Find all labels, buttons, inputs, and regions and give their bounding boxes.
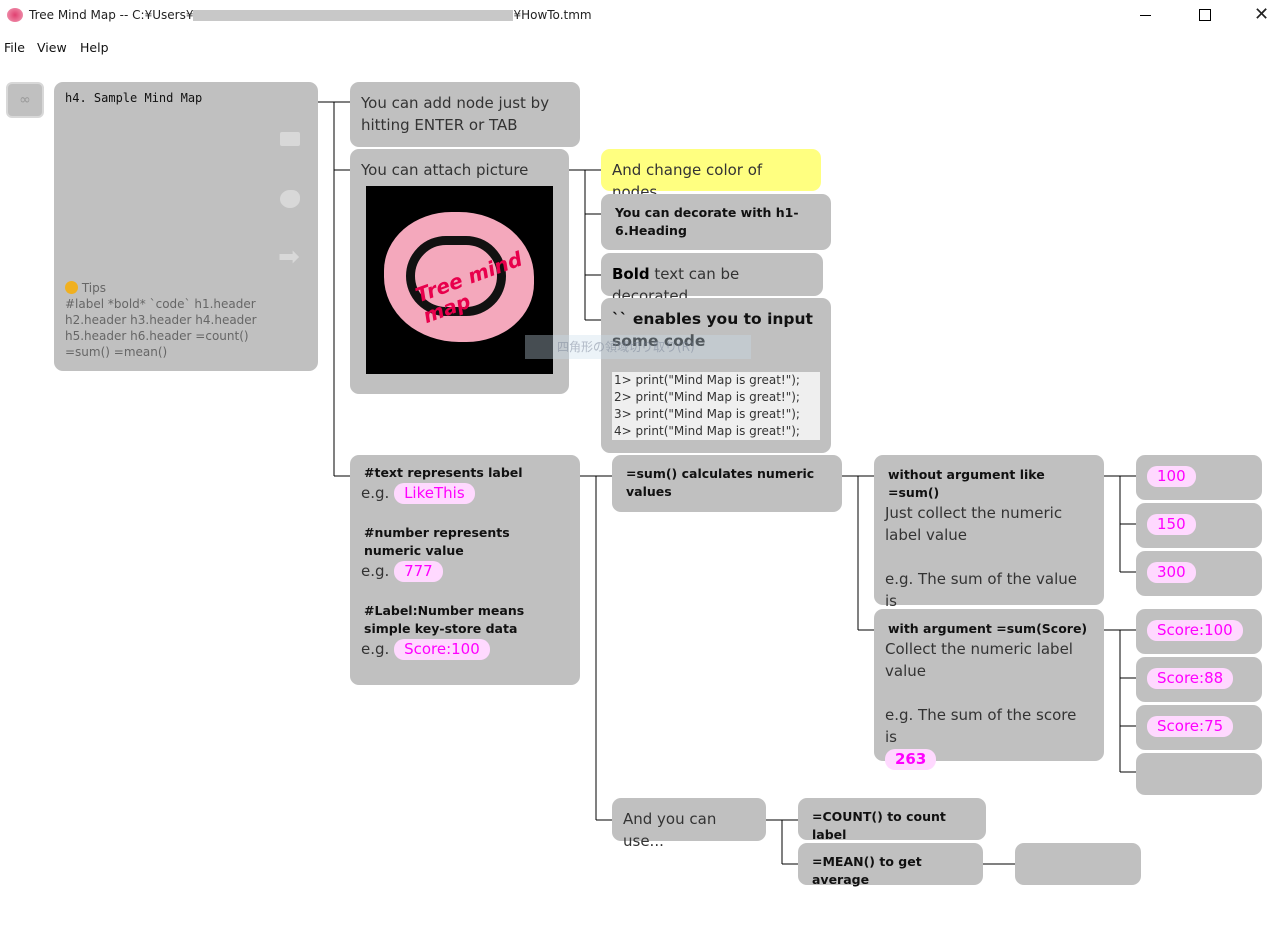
node-color[interactable]: And change color of nodes [601, 149, 821, 201]
tips: Tips #label *bold* `code` h1.header h2.h… [65, 281, 257, 359]
number-badge: 777 [394, 561, 443, 582]
node-code[interactable]: `` enables you to input some code 1> pri… [601, 298, 831, 453]
node-with-argument[interactable]: with argument =sum(Score) Collect the nu… [874, 609, 1104, 770]
node-sum[interactable]: =sum() calculates numeric values [612, 455, 842, 512]
score-node[interactable]: Score:100 [1136, 609, 1262, 654]
score-node[interactable]: Score:75 [1136, 705, 1262, 750]
arrow-right-icon[interactable]: ➡ [278, 244, 300, 270]
node-without-argument[interactable]: without argument like =sum() Just collec… [874, 455, 1104, 634]
view-toggle-button[interactable]: ∞ [6, 82, 44, 118]
node-use[interactable]: And you can use... [612, 798, 766, 850]
kv-badge: Score:100 [394, 639, 490, 660]
empty-node[interactable] [1015, 843, 1141, 885]
root-node[interactable]: h4. Sample Mind Map ➡ Tips #label *bold*… [54, 82, 318, 371]
palette-icon[interactable] [280, 190, 300, 208]
node-heading[interactable]: You can decorate with h1-6.Heading [601, 194, 831, 250]
empty-node[interactable] [1136, 753, 1262, 795]
overlay-tooltip: 四角形の領域切り取り(R) [525, 335, 751, 359]
node-add[interactable]: You can add node just by hitting ENTER o… [350, 82, 580, 147]
node-bold[interactable]: Bold text can be decorated [601, 253, 823, 305]
node-count[interactable]: =COUNT() to count label [798, 798, 986, 842]
node-mean[interactable]: =MEAN() to get average [798, 843, 983, 887]
value-node[interactable]: 150 [1136, 503, 1262, 548]
score-result-badge: 263 [885, 749, 937, 770]
value-node[interactable]: 300 [1136, 551, 1262, 596]
glasses-icon: ∞ [19, 92, 31, 108]
score-node[interactable]: Score:88 [1136, 657, 1262, 702]
camera-icon[interactable] [280, 132, 300, 146]
node-labels[interactable]: #text represents label e.g. LikeThis #nu… [350, 455, 580, 685]
root-title-input[interactable]: h4. Sample Mind Map [65, 90, 307, 106]
label-badge: LikeThis [394, 483, 475, 504]
code-block: 1> print("Mind Map is great!"); 2> print… [612, 372, 820, 440]
tips-emoji-icon [65, 281, 78, 294]
value-node[interactable]: 100 [1136, 455, 1262, 500]
